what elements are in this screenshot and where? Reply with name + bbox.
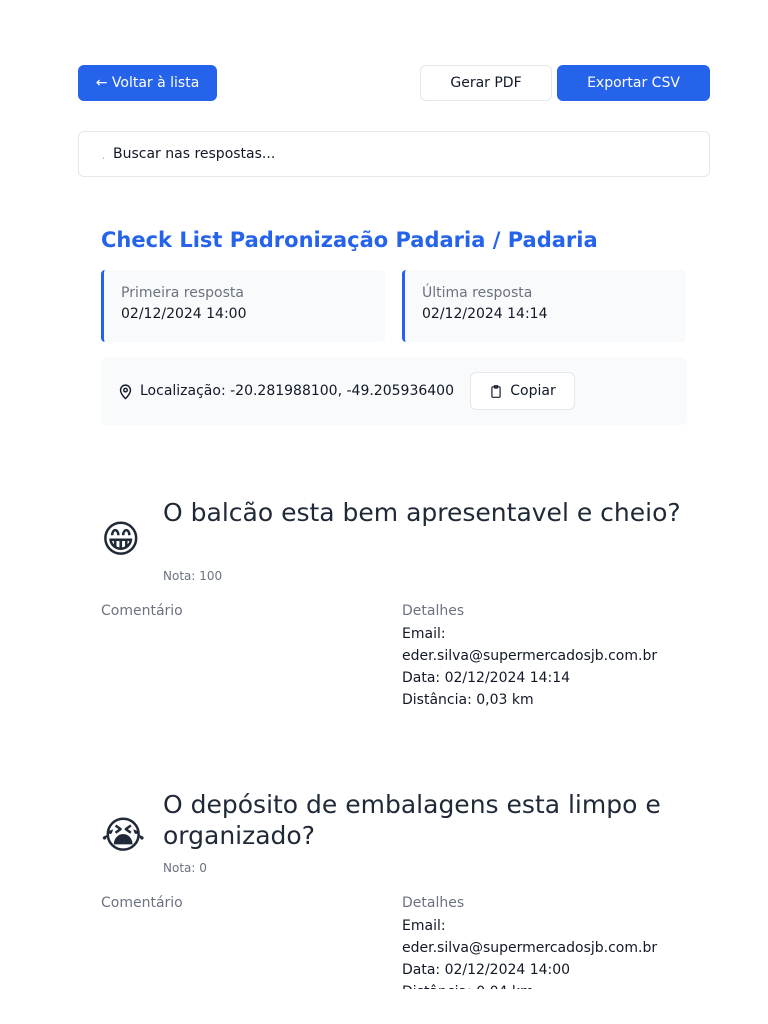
last-response-card: Última resposta 02/12/2024 14:14: [402, 270, 686, 342]
question-text: O balcão esta bem apresentavel e cheio?: [163, 498, 681, 527]
email-value: eder.silva@supermercadosjb.com.br: [402, 940, 658, 956]
distance-value: Distância: 0,03 km: [402, 692, 534, 708]
crying-face-icon: 😭: [101, 813, 146, 857]
date-value: Data: 02/12/2024 14:14: [402, 670, 571, 686]
clipboard-icon: [491, 384, 501, 398]
back-to-list-button[interactable]: ← Voltar à lista: [78, 65, 217, 101]
last-response-label: Última resposta: [422, 285, 533, 301]
page-title: Check List Padronização Padaria / Padari…: [101, 228, 598, 252]
search-icon: ˏ: [101, 149, 105, 159]
distance-value: Distância: 0,04 km: [402, 981, 701, 989]
first-response-card: Primeira resposta 02/12/2024 14:00: [101, 270, 385, 342]
email-label: Email:: [402, 918, 446, 934]
question-item: 😁 O balcão esta bem apresentavel e cheio…: [101, 497, 701, 717]
details-label: Detalhes: [402, 895, 465, 911]
location-card: Localização: -20.281988100, -49.20593640…: [101, 357, 687, 425]
question-score: Nota: 100: [163, 569, 223, 583]
comment-label: Comentário: [101, 895, 183, 911]
location-text: Localização: -20.281988100, -49.20593640…: [140, 383, 454, 399]
copy-label: Copiar: [510, 383, 556, 399]
details-block: Email: eder.silva@supermercadosjb.com.br…: [402, 915, 701, 989]
question-item: 😭 O depósito de embalagens esta limpo e …: [101, 789, 701, 989]
email-label: Email:: [402, 626, 446, 642]
comment-label: Comentário: [101, 603, 183, 619]
details-block: Email: eder.silva@supermercadosjb.com.br…: [402, 623, 702, 711]
first-response-value: 02/12/2024 14:00: [121, 306, 247, 322]
export-csv-button[interactable]: Exportar CSV: [557, 65, 710, 101]
toolbar: ← Voltar à lista Gerar PDF Exportar CSV: [78, 65, 710, 101]
generate-pdf-button[interactable]: Gerar PDF: [420, 65, 552, 101]
copy-location-button[interactable]: Copiar: [469, 372, 575, 410]
last-response-value: 02/12/2024 14:14: [422, 306, 548, 322]
date-value: Data: 02/12/2024 14:00: [402, 962, 571, 978]
email-value: eder.silva@supermercadosjb.com.br: [402, 648, 658, 664]
details-label: Detalhes: [402, 603, 465, 619]
search-input[interactable]: ˏ Buscar nas respostas...: [78, 131, 710, 177]
location-pin-icon: [117, 383, 134, 400]
question-score: Nota: 0: [163, 861, 207, 875]
grinning-face-icon: 😁: [101, 517, 141, 561]
question-text: O depósito de embalagens esta limpo e or…: [163, 790, 661, 850]
search-placeholder: Buscar nas respostas...: [113, 146, 276, 162]
first-response-label: Primeira resposta: [121, 285, 244, 301]
